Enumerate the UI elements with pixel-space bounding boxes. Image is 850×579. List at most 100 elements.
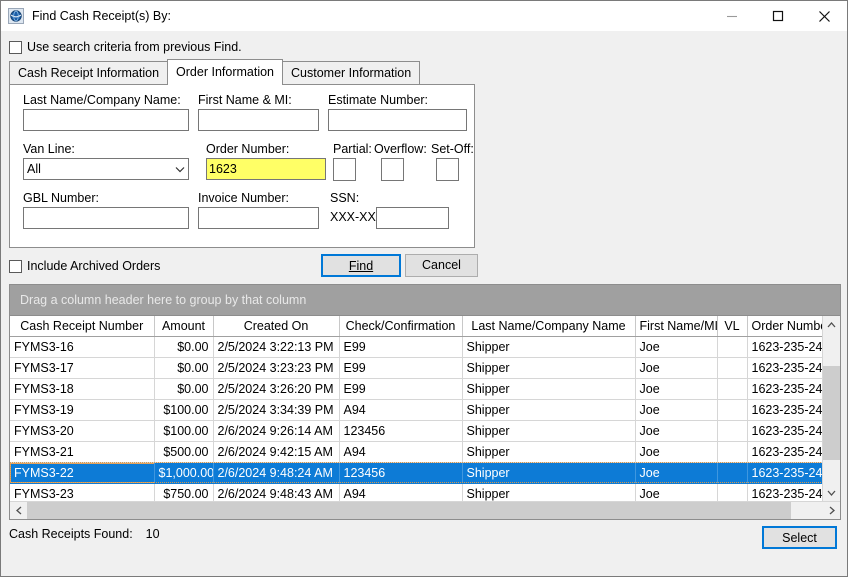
minimize-button[interactable] (709, 1, 755, 31)
table-row-selected[interactable]: FYMS3-22 $1,000.00 2/6/2024 9:48:24 AM 1… (10, 462, 822, 483)
vertical-scroll-thumb[interactable] (823, 366, 840, 460)
include-archived-checkbox[interactable] (9, 260, 22, 273)
cell-vl (717, 483, 747, 501)
cell-vl (717, 378, 747, 399)
col-vl[interactable]: VL (717, 316, 747, 336)
maximize-button[interactable] (755, 1, 801, 31)
table-row[interactable]: FYMS3-17 $0.00 2/5/2024 3:23:23 PM E99 S… (10, 357, 822, 378)
ssn-input[interactable] (376, 207, 449, 229)
window-title: Find Cash Receipt(s) By: (32, 9, 709, 23)
order-number-input[interactable] (206, 158, 326, 180)
table-row[interactable]: FYMS3-18 $0.00 2/5/2024 3:26:20 PM E99 S… (10, 378, 822, 399)
table-header-row: Cash Receipt Number Amount Created On Ch… (10, 316, 822, 336)
scroll-up-icon[interactable] (823, 316, 840, 333)
grid-vertical-scrollbar[interactable] (822, 316, 840, 501)
estimate-number-label: Estimate Number: (328, 93, 428, 107)
gbl-number-input[interactable] (23, 207, 189, 229)
scroll-left-icon[interactable] (10, 502, 27, 519)
cell-amount: $0.00 (154, 378, 213, 399)
ssn-prefix: XXX-XX- (330, 210, 380, 224)
col-check-confirmation[interactable]: Check/Confirmation (339, 316, 462, 336)
cell-last-name: Shipper (462, 420, 635, 441)
vertical-scroll-track[interactable] (823, 333, 840, 484)
estimate-number-input[interactable] (328, 109, 467, 131)
cell-created-on: 2/6/2024 9:42:15 AM (213, 441, 339, 462)
scroll-right-icon[interactable] (823, 502, 840, 519)
cell-amount: $500.00 (154, 441, 213, 462)
set-off-label: Set-Off: (431, 142, 474, 156)
action-row: Include Archived Orders Find Cancel (1, 254, 847, 284)
set-off-input[interactable] (436, 158, 459, 181)
find-cash-receipts-window: Find Cash Receipt(s) By: Use search crit… (0, 0, 848, 577)
find-button[interactable]: Find (321, 254, 401, 277)
use-previous-criteria-row[interactable]: Use search criteria from previous Find. (9, 40, 847, 54)
grid-horizontal-scrollbar[interactable] (10, 501, 840, 519)
include-archived-row[interactable]: Include Archived Orders (9, 259, 160, 273)
col-last-name-company-name[interactable]: Last Name/Company Name (462, 316, 635, 336)
cell-check-confirmation: 123456 (339, 420, 462, 441)
cell-first-name: Joe (635, 378, 717, 399)
cell-order-number: 1623-235-24 (747, 483, 822, 501)
van-line-select[interactable]: All (23, 158, 189, 180)
cell-amount: $100.00 (154, 420, 213, 441)
cell-created-on: 2/5/2024 3:22:13 PM (213, 336, 339, 357)
cell-created-on: 2/5/2024 3:23:23 PM (213, 357, 339, 378)
cell-check-confirmation: E99 (339, 336, 462, 357)
cell-first-name: Joe (635, 357, 717, 378)
col-created-on[interactable]: Created On (213, 316, 339, 336)
cell-check-confirmation: E99 (339, 357, 462, 378)
col-amount[interactable]: Amount (154, 316, 213, 336)
overflow-input[interactable] (381, 158, 404, 181)
include-archived-label: Include Archived Orders (27, 259, 160, 273)
order-information-panel: Last Name/Company Name: First Name & MI:… (9, 84, 475, 248)
cell-cash-receipt-number: FYMS3-16 (10, 336, 154, 357)
window-controls (709, 1, 847, 31)
van-line-value: All (24, 162, 172, 176)
close-button[interactable] (801, 1, 847, 31)
results-table: Cash Receipt Number Amount Created On Ch… (10, 316, 822, 501)
cell-check-confirmation: 123456 (339, 462, 462, 483)
table-row[interactable]: FYMS3-20 $100.00 2/6/2024 9:26:14 AM 123… (10, 420, 822, 441)
horizontal-scroll-thumb[interactable] (27, 502, 791, 519)
cell-cash-receipt-number: FYMS3-18 (10, 378, 154, 399)
cell-cash-receipt-number: FYMS3-20 (10, 420, 154, 441)
use-previous-criteria-checkbox[interactable] (9, 41, 22, 54)
horizontal-scroll-track[interactable] (27, 502, 823, 519)
grid-body: Cash Receipt Number Amount Created On Ch… (10, 316, 840, 501)
status-bar: Cash Receipts Found: 10 Select (1, 520, 847, 562)
tab-customer-information[interactable]: Customer Information (282, 61, 420, 84)
tab-cash-receipt-information[interactable]: Cash Receipt Information (9, 61, 168, 84)
cell-last-name: Shipper (462, 336, 635, 357)
cell-last-name: Shipper (462, 399, 635, 420)
partial-input[interactable] (333, 158, 356, 181)
cell-first-name: Joe (635, 399, 717, 420)
cell-order-number: 1623-235-24 (747, 420, 822, 441)
scroll-down-icon[interactable] (823, 484, 840, 501)
table-row[interactable]: FYMS3-19 $100.00 2/5/2024 3:34:39 PM A94… (10, 399, 822, 420)
group-by-panel[interactable]: Drag a column header here to group by th… (10, 285, 840, 316)
first-name-input[interactable] (198, 109, 319, 131)
col-order-number[interactable]: Order Number (747, 316, 822, 336)
cell-cash-receipt-number: FYMS3-17 (10, 357, 154, 378)
cell-created-on: 2/6/2024 9:26:14 AM (213, 420, 339, 441)
cell-first-name: Joe (635, 441, 717, 462)
col-cash-receipt-number[interactable]: Cash Receipt Number (10, 316, 154, 336)
invoice-number-input[interactable] (198, 207, 319, 229)
cell-check-confirmation: A94 (339, 441, 462, 462)
table-row[interactable]: FYMS3-21 $500.00 2/6/2024 9:42:15 AM A94… (10, 441, 822, 462)
table-row[interactable]: FYMS3-16 $0.00 2/5/2024 3:22:13 PM E99 S… (10, 336, 822, 357)
globe-icon (8, 8, 24, 24)
cell-check-confirmation: A94 (339, 483, 462, 501)
cancel-button[interactable]: Cancel (405, 254, 478, 277)
select-button[interactable]: Select (762, 526, 837, 549)
cell-amount: $0.00 (154, 357, 213, 378)
cell-last-name: Shipper (462, 357, 635, 378)
tab-order-information[interactable]: Order Information (167, 59, 283, 85)
cell-vl (717, 441, 747, 462)
table-row[interactable]: FYMS3-23 $750.00 2/6/2024 9:48:43 AM A94… (10, 483, 822, 501)
dialog-client-area: Use search criteria from previous Find. … (1, 31, 847, 576)
col-first-name-mi[interactable]: First Name/MI (635, 316, 717, 336)
last-name-input[interactable] (23, 109, 189, 131)
grid-columns-viewport: Cash Receipt Number Amount Created On Ch… (10, 316, 822, 501)
find-button-label: Find (349, 259, 373, 273)
